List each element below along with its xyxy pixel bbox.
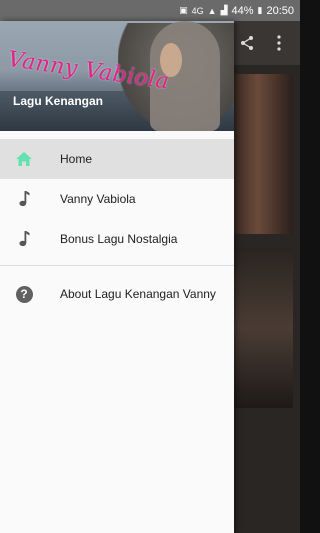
menu-item-vanny-vabiola[interactable]: Vanny Vabiola xyxy=(0,179,234,219)
content-card[interactable] xyxy=(234,74,293,234)
menu-item-bonus-lagu-nostalgia[interactable]: Bonus Lagu Nostalgia xyxy=(0,219,234,259)
menu-item-label: Bonus Lagu Nostalgia xyxy=(60,232,178,246)
network-type-label: 4G xyxy=(191,5,204,16)
drawer-header: Vanny Vabiola Lagu Kenangan xyxy=(0,21,234,131)
menu-item-label: Vanny Vabiola xyxy=(60,192,136,206)
signal-strength-icon: ▟ xyxy=(220,5,228,15)
music-note-icon xyxy=(14,189,34,209)
share-icon[interactable] xyxy=(239,35,255,55)
menu-item-label: About Lagu Kenangan Vanny xyxy=(60,287,216,301)
nfc-icon: ▣ xyxy=(179,5,188,15)
content-card[interactable] xyxy=(234,248,293,408)
help-icon: ? xyxy=(14,284,34,304)
navigation-drawer: Vanny Vabiola Lagu Kenangan Home Vanny V… xyxy=(0,21,234,533)
drawer-title: Lagu Kenangan xyxy=(13,94,104,108)
clock: 20:50 xyxy=(266,4,294,17)
music-note-icon xyxy=(14,229,34,249)
battery-percent: 44% xyxy=(231,4,254,17)
battery-icon: ▮ xyxy=(257,5,263,15)
more-options-icon[interactable] xyxy=(276,35,282,55)
menu-item-about[interactable]: ? About Lagu Kenangan Vanny xyxy=(0,274,234,314)
menu-item-label: Home xyxy=(60,152,93,166)
status-bar: ▣ 4G ▲ ▟ 44% ▮ 20:50 xyxy=(0,0,300,21)
drawer-menu: Home Vanny Vabiola Bonus Lagu Nostalgia … xyxy=(0,131,234,314)
signal-icon: ▲ xyxy=(207,5,217,16)
menu-divider xyxy=(0,265,234,266)
home-icon xyxy=(14,149,34,169)
menu-item-home[interactable]: Home xyxy=(0,139,234,179)
